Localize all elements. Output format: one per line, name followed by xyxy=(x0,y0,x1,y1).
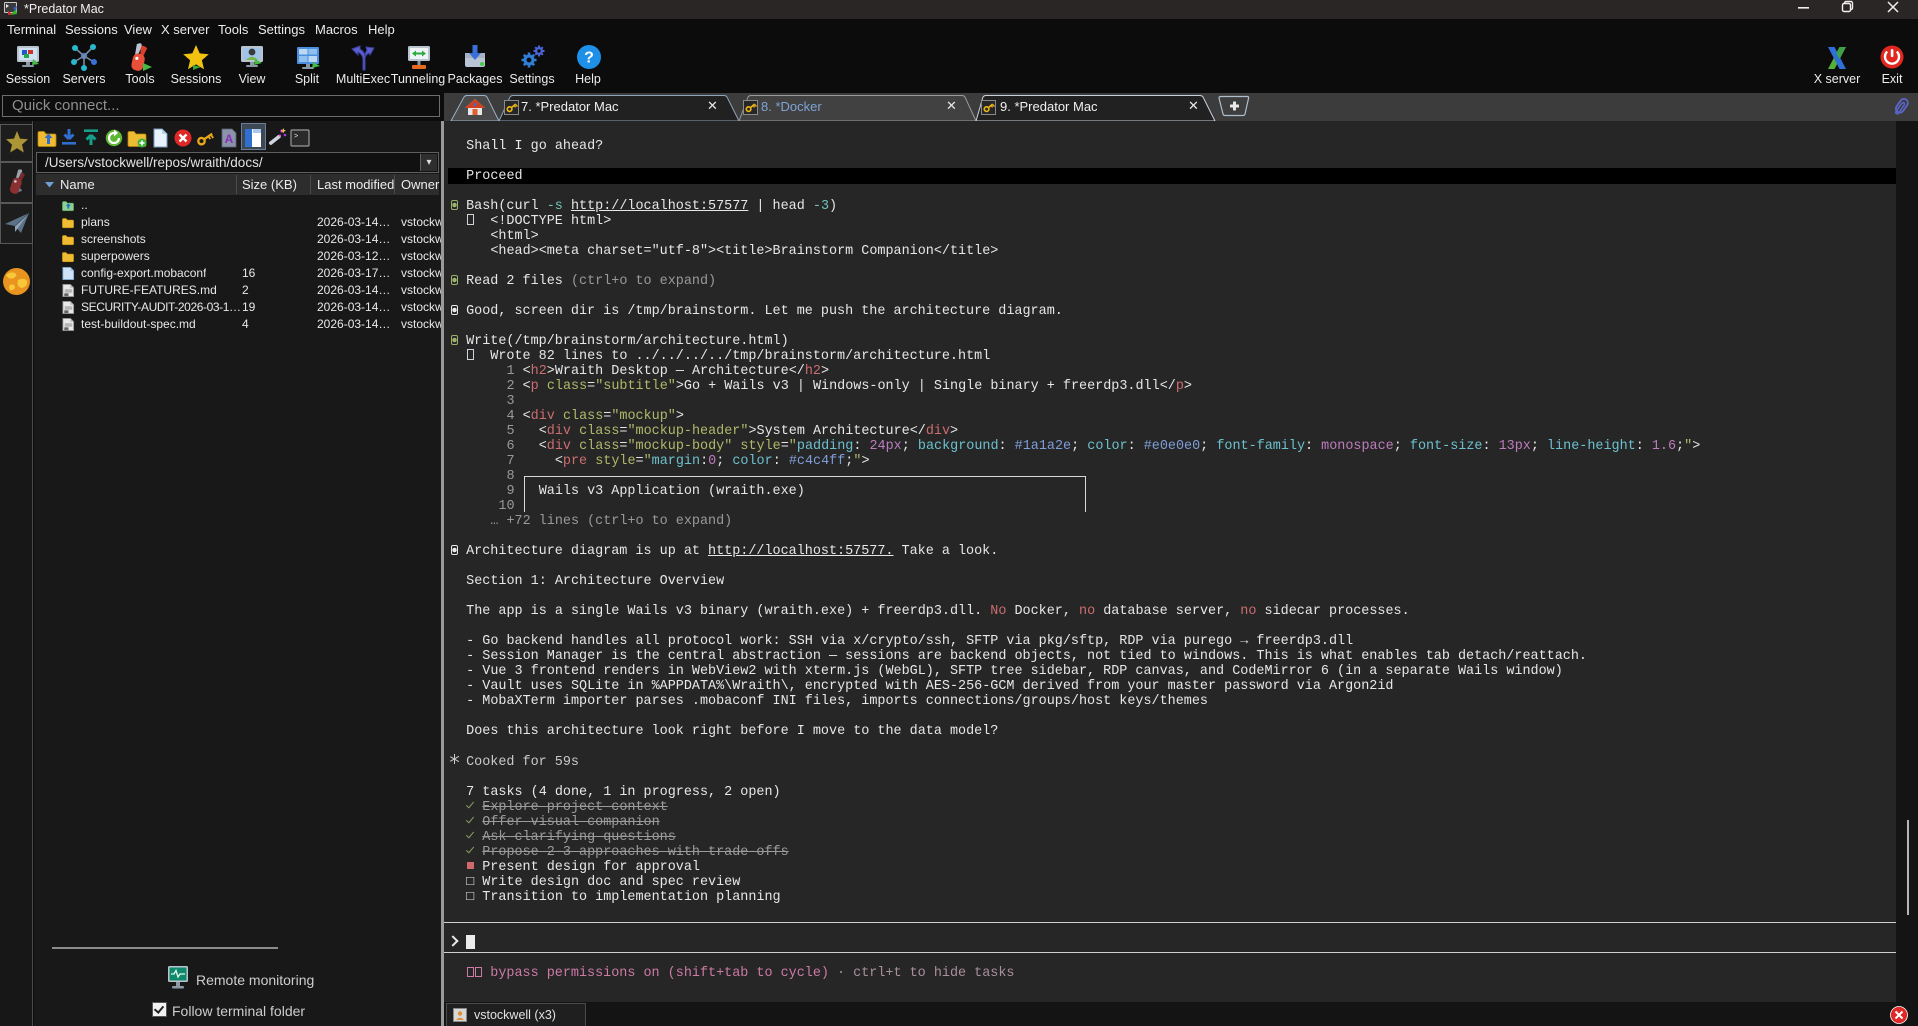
svg-text:A: A xyxy=(225,132,234,146)
svg-text:?: ? xyxy=(584,50,594,67)
svg-text:>: > xyxy=(294,133,298,141)
